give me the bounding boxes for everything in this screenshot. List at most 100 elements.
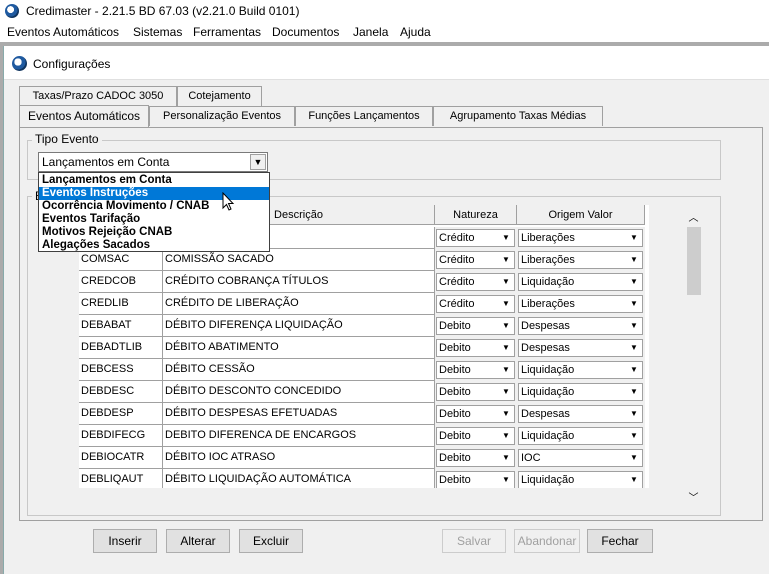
origem-valor-select[interactable]: Despesas ▼ [518,339,643,357]
cell-code[interactable]: DEBADTLIB [79,337,163,359]
chevron-down-icon[interactable]: ▼ [250,154,266,170]
origem-valor-select[interactable]: Despesas ▼ [518,405,643,423]
chevron-down-icon[interactable]: ▼ [627,231,641,245]
cell-code[interactable]: DEBDESC [79,381,163,403]
table-row[interactable]: DEBABAT DÉBITO DIFERENÇA LIQUIDAÇÃO Debito… [79,315,649,337]
excluir-button[interactable]: Excluir [239,529,303,553]
chevron-down-icon[interactable]: ▼ [499,253,513,267]
natureza-select[interactable]: Debito ▼ [436,383,515,401]
natureza-select[interactable]: Debito ▼ [436,449,515,467]
chevron-down-icon[interactable]: ▼ [627,363,641,377]
inserir-button[interactable]: Inserir [93,529,157,553]
origem-valor-select[interactable]: Liquidação ▼ [518,383,643,401]
cell-descricao[interactable]: COMISSÃO SACADO [163,249,435,271]
tab-cotejamento[interactable]: Cotejamento [177,86,262,106]
menu-eventos-automaticos[interactable]: Eventos Automáticos [7,25,119,39]
tab-taxas-prazo[interactable]: Taxas/Prazo CADOC 3050 [19,86,177,106]
chevron-down-icon[interactable]: ▼ [627,473,641,487]
column-header-natureza[interactable]: Natureza [435,205,517,225]
table-row[interactable]: DEBIOCATR DÉBITO IOC ATRASO Debito ▼ IOC ▼ [79,447,649,469]
cell-code[interactable]: DEBDIFECG [79,425,163,447]
cell-code[interactable]: DEBLIQAUT [79,469,163,488]
chevron-down-icon[interactable]: ▼ [627,297,641,311]
cell-descricao[interactable]: DÉBITO DIFERENÇA LIQUIDAÇÃO [163,315,435,337]
origem-valor-select[interactable]: Liquidação ▼ [518,471,643,488]
natureza-select[interactable]: Crédito ▼ [436,295,515,313]
chevron-down-icon[interactable]: ▼ [627,451,641,465]
alterar-button[interactable]: Alterar [166,529,230,553]
salvar-button[interactable]: Salvar [442,529,506,553]
table-row[interactable]: DEBADTLIB DÉBITO ABATIMENTO Debito ▼ Despesa… [79,337,649,359]
natureza-select[interactable]: Crédito ▼ [436,251,515,269]
chevron-down-icon[interactable]: ▼ [499,363,513,377]
chevron-down-icon[interactable]: ▼ [499,429,513,443]
chevron-down-icon[interactable]: ▼ [499,385,513,399]
chevron-down-icon[interactable]: ▼ [499,341,513,355]
tab-eventos-automaticos[interactable]: Eventos Automáticos [19,105,149,127]
table-row[interactable]: DEBDESP DÉBITO DESPESAS EFETUADAS Debito ▼ D… [79,403,649,425]
dropdown-option[interactable]: Alegações Sacados [39,239,269,252]
cell-descricao[interactable]: DÉBITO DESCONTO CONCEDIDO [163,381,435,403]
chevron-down-icon[interactable]: ▼ [627,253,641,267]
chevron-down-icon[interactable]: ▼ [627,429,641,443]
tab-personalizacao-eventos[interactable]: Personalização Eventos [149,106,295,126]
chevron-down-icon[interactable]: ▼ [499,319,513,333]
table-row[interactable]: DEBDIFECG DEBITO DIFERENCA DE ENCARGOS Deb… [79,425,649,447]
chevron-down-icon[interactable]: ▼ [627,407,641,421]
origem-valor-select[interactable]: Liquidação ▼ [518,361,643,379]
origem-valor-select[interactable]: Liberações ▼ [518,295,643,313]
menu-documentos[interactable]: Documentos [272,25,339,39]
natureza-select[interactable]: Crédito ▼ [436,273,515,291]
natureza-select[interactable]: Debito ▼ [436,405,515,423]
natureza-select[interactable]: Crédito ▼ [436,229,515,247]
natureza-select[interactable]: Debito ▼ [436,361,515,379]
table-row[interactable]: DEBLIQAUT DÉBITO LIQUIDAÇÃO AUTOMÁTICA Deb… [79,469,649,488]
chevron-down-icon[interactable]: ▼ [627,341,641,355]
menu-janela[interactable]: Janela [353,25,388,39]
cell-descricao[interactable]: DÉBITO IOC ATRASO [163,447,435,469]
column-header-origem-valor[interactable]: Origem Valor [517,205,645,225]
cell-code[interactable]: DEBCESS [79,359,163,381]
origem-valor-select[interactable]: Liquidação ▼ [518,273,643,291]
table-row[interactable]: COMSAC COMISSÃO SACADO Crédito ▼ Liberações ▼ [79,249,649,271]
cell-descricao[interactable]: DÉBITO ABATIMENTO [163,337,435,359]
cell-code[interactable]: DEBDESP [79,403,163,425]
natureza-select[interactable]: Debito ▼ [436,317,515,335]
natureza-select[interactable]: Debito ▼ [436,471,515,488]
chevron-down-icon[interactable]: ▼ [499,297,513,311]
fechar-button[interactable]: Fechar [587,529,653,553]
origem-valor-select[interactable]: Despesas ▼ [518,317,643,335]
tipo-evento-select[interactable]: Lançamentos em Conta ▼ [38,152,268,172]
table-row[interactable]: CREDCOB CRÉDITO COBRANÇA TÍTULOS Crédito ▼ L… [79,271,649,293]
cell-descricao[interactable]: DÉBITO DESPESAS EFETUADAS [163,403,435,425]
dropdown-option[interactable]: Lançamentos em Conta [39,174,269,187]
natureza-select[interactable]: Debito ▼ [436,339,515,357]
cell-descricao[interactable]: CRÉDITO DE LIBERAÇÃO [163,293,435,315]
natureza-select[interactable]: Debito ▼ [436,427,515,445]
cell-code[interactable]: CREDLIB [79,293,163,315]
chevron-down-icon[interactable]: ▼ [627,319,641,333]
tab-funcoes-lancamentos[interactable]: Funções Lançamentos [295,106,433,126]
origem-valor-select[interactable]: Liberações ▼ [518,251,643,269]
tab-agrupamento-taxas-medias[interactable]: Agrupamento Taxas Médias [433,106,603,126]
cell-descricao[interactable]: DÉBITO LIQUIDAÇÃO AUTOMÁTICA [163,469,435,488]
cell-code[interactable]: DEBIOCATR [79,447,163,469]
chevron-down-icon[interactable]: ▼ [499,231,513,245]
dropdown-option[interactable]: Eventos Tarifação [39,213,269,226]
chevron-down-icon[interactable]: ▼ [499,275,513,289]
cell-descricao[interactable]: CRÉDITO COBRANÇA TÍTULOS [163,271,435,293]
table-row[interactable]: DEBDESC DÉBITO DESCONTO CONCEDIDO Debito ▼ L… [79,381,649,403]
cell-code[interactable]: COMSAC [79,249,163,271]
chevron-down-icon[interactable]: ▼ [627,385,641,399]
chevron-down-icon[interactable]: ▼ [499,473,513,487]
origem-valor-select[interactable]: Liquidação ▼ [518,427,643,445]
chevron-down-icon[interactable]: ▼ [499,451,513,465]
table-row[interactable]: CREDLIB CRÉDITO DE LIBERAÇÃO Crédito ▼ Liber… [79,293,649,315]
grid-scrollbar[interactable]: ︿ ﹀ [685,205,702,505]
cell-descricao[interactable]: DÉBITO CESSÃO [163,359,435,381]
abandonar-button[interactable]: Abandonar [514,529,580,553]
dropdown-option[interactable]: Motivos Rejeição CNAB [39,226,269,239]
origem-valor-select[interactable]: IOC ▼ [518,449,643,467]
chevron-down-icon[interactable]: ▼ [499,407,513,421]
table-row[interactable]: DEBCESS DÉBITO CESSÃO Debito ▼ Liquidação ▼ [79,359,649,381]
